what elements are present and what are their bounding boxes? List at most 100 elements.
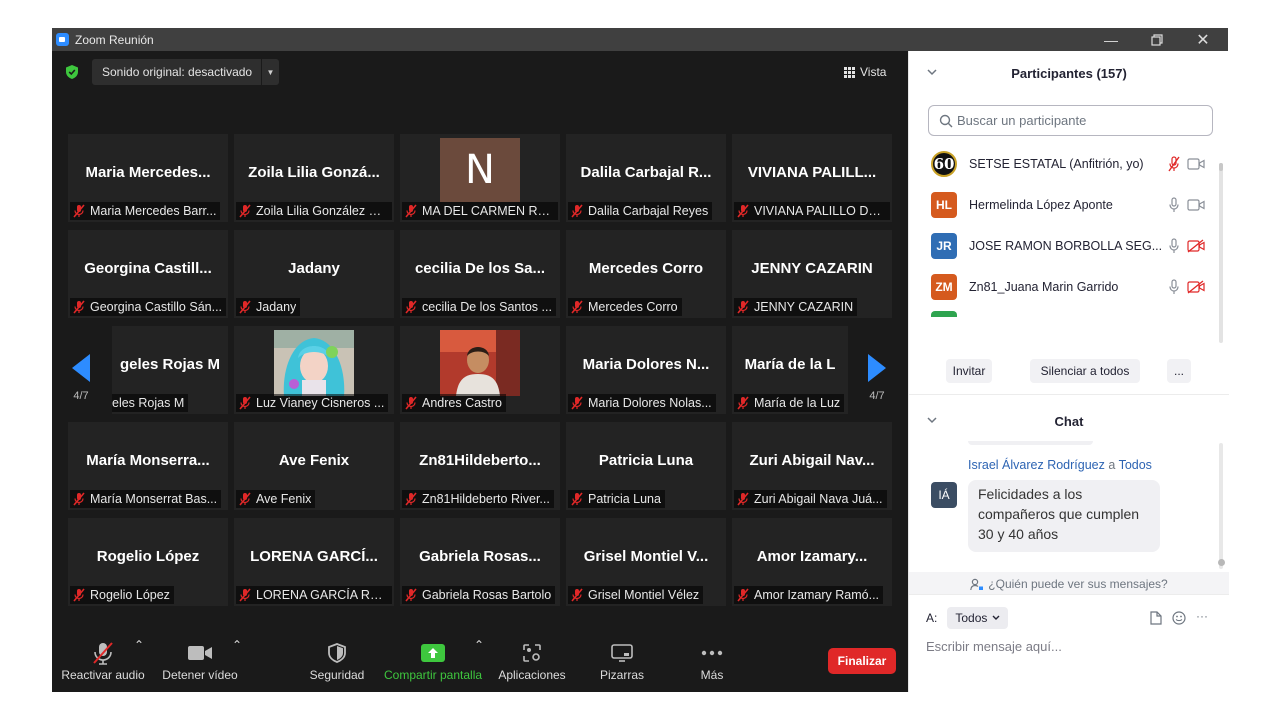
page-indicator-right: 4/7: [869, 390, 885, 402]
participant-row[interactable]: HL Hermelinda López Aponte: [909, 184, 1221, 225]
participant-video-tile[interactable]: N MA DEL CARMEN RO...: [400, 134, 560, 222]
participant-name-display: María Monserra...: [86, 452, 210, 469]
whiteboards-label: Pizarras: [599, 668, 644, 682]
who-can-see-link[interactable]: ¿Quién puede ver sus mensajes?: [909, 574, 1229, 594]
chevron-down-icon[interactable]: [927, 415, 937, 425]
participant-video-tile[interactable]: Georgina Castill... Georgina Castillo Sán…: [68, 230, 228, 318]
participant-name-label: Ave Fenix: [236, 490, 316, 508]
mic-muted-icon: [404, 396, 418, 410]
participant-scrollbar-track[interactable]: [1219, 163, 1223, 343]
previous-page-button[interactable]: 4/7: [68, 354, 94, 402]
participant-video-tile[interactable]: Zoila Lilia Gonzá... Zoila Lilia González…: [234, 134, 394, 222]
encryption-shield-icon[interactable]: [65, 64, 79, 80]
file-icon[interactable]: [1150, 611, 1162, 625]
participant-video-tile[interactable]: Luz Vianey Cisneros ...: [234, 326, 394, 414]
participant-name-display: Georgina Castill...: [84, 260, 212, 277]
participant-video-tile[interactable]: geles Rojas M eles Rojas M: [112, 326, 228, 414]
participant-video-tile[interactable]: María de la L María de la Luz: [732, 326, 848, 414]
arrow-right-icon: [868, 354, 886, 382]
message-recipient[interactable]: Todos: [1119, 458, 1152, 472]
close-button[interactable]: ✕: [1180, 28, 1226, 51]
share-options-caret[interactable]: ⌃: [474, 638, 484, 692]
participant-video-tile[interactable]: Maria Mercedes... Maria Mercedes Barr...: [68, 134, 228, 222]
chat-scrollbar-track[interactable]: [1219, 443, 1223, 569]
chevron-down-icon[interactable]: [927, 67, 937, 77]
participant-video-tile[interactable]: Patricia Luna Patricia Luna: [566, 422, 726, 510]
participant-video-tile[interactable]: LORENA GARCÍ... LORENA GARCÍA REY...: [234, 518, 394, 606]
participant-video-tile[interactable]: Rogelio López Rogelio López: [68, 518, 228, 606]
video-off-icon[interactable]: [1187, 279, 1205, 294]
chat-messages: Israel Álvarez Rodríguez a Todos IÁ Feli…: [909, 441, 1229, 571]
security-button[interactable]: Seguridad: [308, 638, 366, 692]
participant-video-tile[interactable]: Amor Izamary... Amor Izamary Ramó...: [732, 518, 892, 606]
participant-row[interactable]: 60 SETSE ESTATAL (Anfitrión, yo): [909, 143, 1221, 184]
whiteboards-button[interactable]: Pizarras: [598, 638, 646, 692]
participant-video-tile[interactable]: Ave Fenix Ave Fenix: [234, 422, 394, 510]
unmute-audio-button[interactable]: Reactivar audio: [61, 638, 145, 692]
divider: [909, 394, 1229, 395]
video-options-caret[interactable]: ⌃: [232, 638, 242, 692]
mic-muted-icon: [72, 204, 86, 218]
participant-scrollbar-thumb[interactable]: [1219, 163, 1223, 171]
chat-header[interactable]: Chat: [909, 401, 1229, 441]
microphone-icon[interactable]: [1167, 278, 1181, 295]
participant-row[interactable]: JR JOSE RAMON BORBOLLA SEG...: [909, 225, 1221, 266]
microphone-icon[interactable]: [1167, 237, 1181, 254]
participant-video-tile[interactable]: Maria Dolores N... Maria Dolores Nolas...: [566, 326, 726, 414]
participants-header[interactable]: Participantes (157): [909, 53, 1229, 93]
video-off-icon[interactable]: [1187, 238, 1205, 253]
emoji-icon[interactable]: [1172, 611, 1186, 625]
chevron-down-icon[interactable]: ▼: [261, 59, 279, 85]
participant-name-text: Rogelio López: [90, 588, 170, 602]
more-button[interactable]: Más: [692, 638, 732, 692]
participant-name-label: Mercedes Corro: [568, 298, 682, 316]
minimize-button[interactable]: —: [1088, 28, 1134, 51]
participant-video-tile[interactable]: VIVIANA PALILL... VIVIANA PALILLO DO...: [732, 134, 892, 222]
participant-video-tile[interactable]: JENNY CAZARIN JENNY CAZARIN: [732, 230, 892, 318]
participant-search-input[interactable]: Buscar un participante: [928, 105, 1213, 136]
audio-options-caret[interactable]: ⌃: [134, 638, 144, 692]
video-camera-icon[interactable]: [1187, 157, 1205, 171]
participant-video-tile[interactable]: Zuri Abigail Nav... Zuri Abigail Nava Juá…: [732, 422, 892, 510]
participant-video-tile[interactable]: Gabriela Rosas... Gabriela Rosas Bartolo: [400, 518, 560, 606]
participant-name: SETSE ESTATAL (Anfitrión, yo): [969, 156, 1144, 171]
restore-button[interactable]: [1134, 28, 1180, 51]
chat-more-button[interactable]: ···: [1196, 609, 1208, 623]
participant-video-tile[interactable]: Zn81Hildeberto... Zn81Hildeberto River...: [400, 422, 560, 510]
chat-message-input[interactable]: Escribir mensaje aquí...: [926, 639, 1216, 659]
chevron-down-icon: [992, 615, 1000, 620]
recipient-select[interactable]: Todos: [947, 607, 1009, 629]
participants-more-button[interactable]: ...: [1167, 359, 1191, 383]
search-placeholder: Buscar un participante: [957, 113, 1087, 128]
participant-video-tile[interactable]: María Monserra... María Monserrat Bas...: [68, 422, 228, 510]
participant-video-tile[interactable]: Andres Castro: [400, 326, 560, 414]
apps-icon: [523, 644, 541, 662]
participant-name-text: Zn81Hildeberto River...: [422, 492, 550, 506]
participant-name-text: Jadany: [256, 300, 297, 314]
meeting-area: Sonido original: desactivado ▼ Vista Mar…: [52, 51, 908, 692]
video-camera-icon[interactable]: [1187, 198, 1205, 212]
chat-scroll-end[interactable]: [1218, 559, 1225, 566]
stop-video-button[interactable]: Detener vídeo: [162, 638, 238, 692]
participant-name-text: Maria Mercedes Barr...: [90, 204, 217, 218]
share-screen-button[interactable]: Compartir pantalla: [384, 638, 482, 692]
mute-all-button[interactable]: Silenciar a todos: [1030, 359, 1140, 383]
share-screen-icon: [421, 644, 445, 662]
mic-muted-icon[interactable]: [1167, 155, 1181, 172]
view-button[interactable]: Vista: [844, 61, 886, 83]
next-page-button[interactable]: 4/7: [864, 354, 890, 402]
microphone-icon[interactable]: [1167, 196, 1181, 213]
original-sound-button[interactable]: Sonido original: desactivado ▼: [92, 59, 279, 85]
message-sender[interactable]: Israel Álvarez Rodríguez: [968, 458, 1105, 472]
end-meeting-button[interactable]: Finalizar: [828, 648, 896, 674]
participant-list: 60 SETSE ESTATAL (Anfitrión, yo) HL Hermeli…: [909, 143, 1221, 318]
participant-video-tile[interactable]: cecilia De los Sa... cecilia De los Santo…: [400, 230, 560, 318]
participant-row[interactable]: ZM Zn81_Juana Marin Garrido: [909, 266, 1221, 307]
invite-button[interactable]: Invitar: [946, 359, 992, 383]
participant-video-tile[interactable]: Dalila Carbajal R... Dalila Carbajal Reye…: [566, 134, 726, 222]
participant-video-tile[interactable]: Jadany Jadany: [234, 230, 394, 318]
participant-video-tile[interactable]: Grisel Montiel V... Grisel Montiel Vélez: [566, 518, 726, 606]
participant-video-tile[interactable]: Mercedes Corro Mercedes Corro: [566, 230, 726, 318]
participant-name-display: Gabriela Rosas...: [419, 548, 541, 565]
apps-button[interactable]: Aplicaciones: [498, 638, 566, 692]
